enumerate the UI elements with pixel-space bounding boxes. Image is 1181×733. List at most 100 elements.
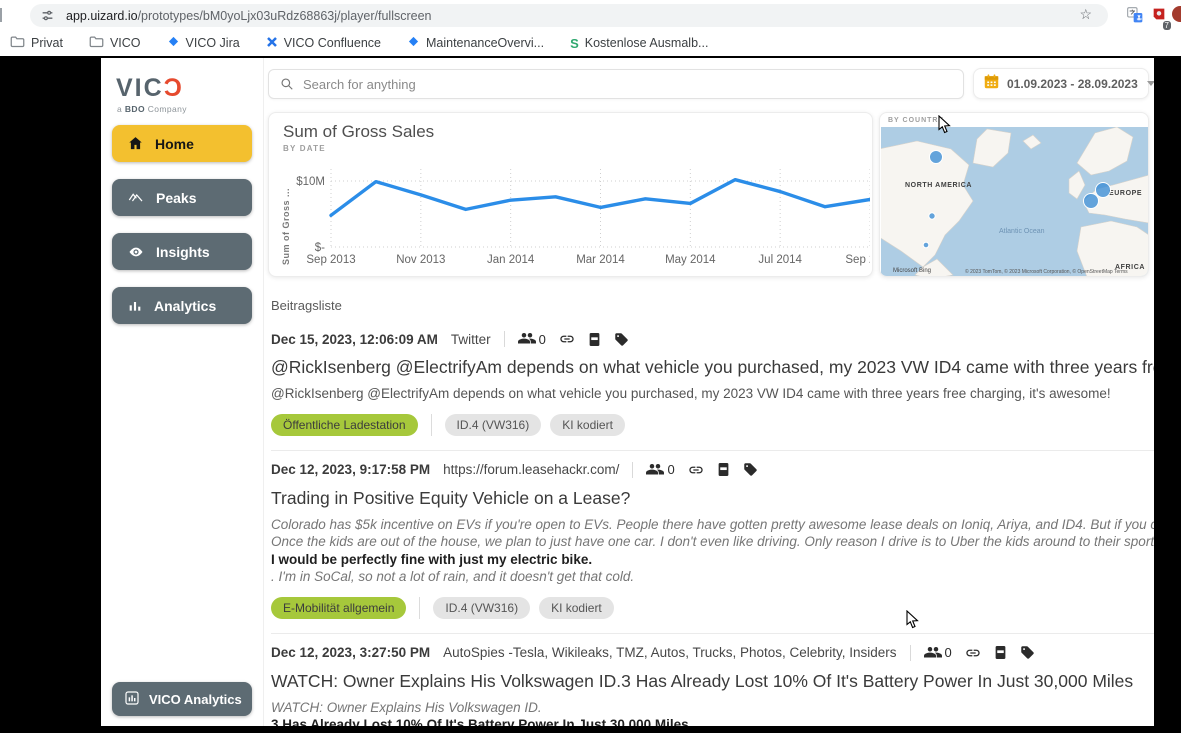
calendar-icon (983, 73, 1000, 95)
chart-x-tick: Nov 2013 (396, 254, 445, 266)
link-icon[interactable] (688, 462, 704, 478)
tag-icon[interactable] (614, 332, 629, 347)
fullscreen-stage: VICƆ a BDO Company Home Peaks Insights Anal… (0, 56, 1181, 733)
browser-toolbar: app.uizard.io/prototypes/bM0yoLjx03uRdz6… (0, 0, 1181, 30)
audience-count: 0 (539, 332, 546, 347)
bookmark-star-icon[interactable]: ☆ (1079, 6, 1092, 23)
sidebar-item-insights[interactable]: Insights (112, 233, 252, 270)
chart-x-tick: Jul 2014 (758, 254, 802, 266)
site-settings-icon[interactable] (41, 9, 54, 22)
vico-logo: VICƆ (116, 74, 184, 103)
profile-avatar[interactable] (1172, 6, 1181, 22)
post-body-line: @RickIsenberg @ElectrifyAm depends on wh… (271, 385, 1154, 403)
date-range-picker[interactable]: 01.09.2023 - 28.09.2023 (973, 68, 1149, 99)
map-label-europe: EUROPE (1109, 190, 1142, 197)
sidebar-item-analytics[interactable]: Analytics (112, 287, 252, 324)
translate-icon[interactable] (1127, 7, 1143, 28)
search-input[interactable] (303, 77, 963, 92)
source-icon[interactable] (994, 645, 1007, 660)
line-chart: $10M$- Sep 2013Nov 2013Jan 2014Mar 2014M… (289, 155, 870, 275)
bookmarks-bar: Privat VICO VICO Jira VICO Confluence Mainte… (0, 30, 1181, 56)
audience-indicator[interactable]: 0 (924, 645, 952, 660)
map-provider: Microsoft Bing (893, 268, 931, 274)
post-body: WATCH: Owner Explains His Volkswagen ID.… (271, 699, 1154, 727)
post-actions: 0 (518, 331, 629, 347)
tag-icon[interactable] (743, 462, 758, 477)
map-bubble[interactable] (930, 151, 943, 164)
bookmark-item[interactable]: VICO Jira (167, 35, 240, 51)
meta-tag[interactable]: KI kodiert (550, 414, 625, 436)
post-tags: E-Mobilität allgemein ID.4 (VW316) KI kodi… (271, 597, 1154, 619)
post-item: Dec 15, 2023, 12:06:09 AMTwitter0@RickIs… (271, 320, 1154, 450)
post-title[interactable]: WATCH: Owner Explains His Volkswagen ID.… (271, 671, 1154, 692)
vico-analytics-button[interactable]: VICO Analytics (112, 682, 252, 716)
mouse-cursor (906, 610, 919, 629)
tag-icon[interactable] (1020, 645, 1035, 660)
map-bubble[interactable] (1084, 194, 1099, 209)
address-bar[interactable]: app.uizard.io/prototypes/bM0yoLjx03uRdz6… (30, 4, 1108, 27)
topic-tag[interactable]: Öffentliche Ladestation (271, 414, 418, 436)
post-meta: Dec 15, 2023, 12:06:09 AMTwitter0 (271, 330, 1154, 348)
screenshot-root: app.uizard.io/prototypes/bM0yoLjx03uRdz6… (0, 0, 1181, 733)
meta-tag[interactable]: ID.4 (VW316) (445, 414, 542, 436)
meta-tag[interactable]: KI kodiert (539, 597, 614, 619)
sidebar-item-home[interactable]: Home (112, 125, 252, 162)
chart-y-tick: $10M (296, 176, 325, 188)
source-icon[interactable] (717, 462, 730, 477)
eye-icon (127, 244, 145, 260)
home-icon (127, 135, 144, 152)
url-path: /prototypes/bM0yoLjx03uRdz68863j/player/… (138, 9, 432, 23)
sidebar: VICƆ a BDO Company Home Peaks Insights Anal… (101, 58, 264, 726)
bookmark-item[interactable]: VICO (89, 35, 141, 51)
audience-count: 0 (945, 645, 952, 660)
bookmark-item[interactable]: Privat (10, 35, 63, 51)
link-icon[interactable] (965, 645, 981, 661)
divider (910, 645, 911, 661)
post-source[interactable]: https://forum.leasehackr.com/ (443, 462, 619, 477)
topic-tag[interactable]: E-Mobilität allgemein (271, 597, 406, 619)
bookmark-item[interactable]: VICO Confluence (266, 36, 381, 51)
audience-indicator[interactable]: 0 (518, 332, 546, 347)
meta-tag[interactable]: ID.4 (VW316) (433, 597, 530, 619)
source-icon[interactable] (588, 332, 601, 347)
logo-tagline: a BDO Company (117, 104, 187, 114)
divider (431, 414, 432, 436)
map-bubble[interactable] (923, 242, 929, 248)
sidebar-item-label: Analytics (154, 298, 216, 314)
extension-icon[interactable]: 7 (1151, 6, 1167, 27)
search-bar[interactable] (268, 69, 964, 99)
audience-indicator[interactable]: 0 (646, 462, 674, 477)
link-icon[interactable] (559, 331, 575, 347)
bookmark-item[interactable]: SKostenlose Ausmalb... (570, 36, 708, 51)
post-source[interactable]: Twitter (451, 332, 491, 347)
bookmark-item[interactable]: MaintenanceOvervi... (407, 35, 544, 51)
post-date: Dec 12, 2023, 3:27:50 PM (271, 645, 430, 660)
map-bubble[interactable] (1096, 183, 1111, 198)
post-actions: 0 (924, 645, 1035, 661)
chart-x-tick: May 2014 (665, 254, 716, 266)
post-source[interactable]: AutoSpies -Tesla, Wikileaks, TMZ, Autos,… (443, 645, 896, 660)
post-body-line: Colorado has $5k incentive on EVs if you… (271, 516, 1154, 534)
map-label-atlantic-ocean: Atlantic Ocean (999, 228, 1045, 235)
post-title[interactable]: Trading in Positive Equity Vehicle on a … (271, 488, 1154, 509)
divider (504, 331, 505, 347)
post-date: Dec 12, 2023, 9:17:58 PM (271, 462, 430, 477)
peaks-icon (127, 189, 145, 206)
post-title[interactable]: @RickIsenberg @ElectrifyAm depends on wh… (271, 357, 1154, 378)
post-body-line: 3 Has Already Lost 10% Of It's Battery P… (271, 716, 1154, 726)
bookmark-label: VICO (110, 36, 141, 50)
world-map[interactable]: NORTH AMERICA EUROPE AFRICA Atlantic Oce… (881, 127, 1149, 277)
divider (419, 597, 420, 619)
date-range-text: 01.09.2023 - 28.09.2023 (1007, 77, 1138, 91)
sidebar-item-peaks[interactable]: Peaks (112, 179, 252, 216)
sidebar-item-label: Peaks (156, 190, 196, 206)
map-bubble[interactable] (929, 213, 935, 219)
url-text[interactable]: app.uizard.io/prototypes/bM0yoLjx03uRdz6… (66, 9, 432, 23)
sidebar-item-label: Home (155, 136, 194, 152)
chart-x-tick: Jan 2014 (487, 254, 535, 266)
audience-icon (518, 332, 536, 346)
post-body-line: . I'm in SoCal, so not a lot of rain, an… (271, 568, 1154, 586)
app-canvas: VICƆ a BDO Company Home Peaks Insights Anal… (101, 58, 1154, 726)
post-meta: Dec 12, 2023, 3:27:50 PM AutoSpies -Tesla… (271, 644, 1154, 662)
post-body-line: Once the kids are out of the house, we p… (271, 533, 1154, 551)
